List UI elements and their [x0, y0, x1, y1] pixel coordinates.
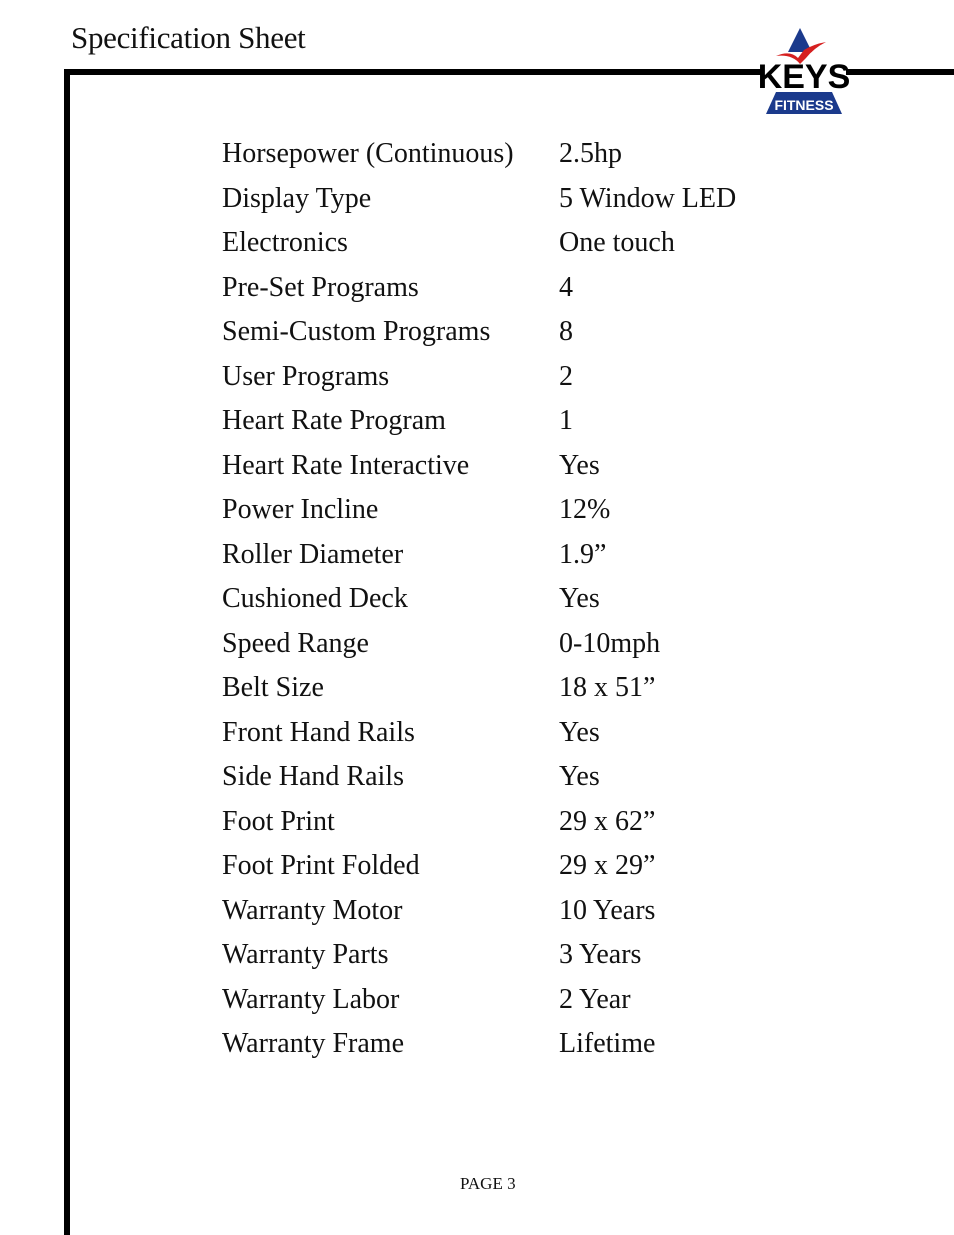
spec-row: Power Incline 12% [222, 488, 736, 533]
spec-table: Horsepower (Continuous) 2.5hp Display Type… [222, 132, 736, 1067]
spec-value: 29 x 29” [559, 850, 656, 882]
spec-row: Speed Range 0-10mph [222, 622, 736, 667]
spec-label: Heart Rate Interactive [222, 449, 470, 481]
spec-value: Yes [559, 716, 600, 748]
spec-label: Electronics [222, 227, 348, 259]
spec-value: One touch [559, 227, 675, 259]
spec-label: Pre-Set Programs [222, 271, 419, 303]
spec-row: Semi-Custom Programs 8 [222, 310, 736, 355]
spec-label: Side Hand Rails [222, 761, 404, 793]
spec-label: Heart Rate Program [222, 405, 446, 437]
spec-row: Heart Rate Program 1 [222, 399, 736, 444]
spec-value: 18 x 51” [559, 672, 656, 704]
spec-label: Roller Diameter [222, 538, 404, 570]
spec-value: 1 [559, 405, 573, 437]
spec-row: Pre-Set Programs 4 [222, 266, 736, 311]
spec-row: Belt Size 18 x 51” [222, 666, 736, 711]
top-rule [64, 69, 764, 75]
spec-label: Horsepower (Continuous) [222, 138, 514, 170]
spec-value: Yes [559, 449, 600, 481]
keys-fitness-logo-icon: KEYS FITNESS [758, 28, 851, 114]
spec-row: Foot Print 29 x 62” [222, 800, 736, 845]
spec-value: 3 Years [559, 939, 642, 971]
spec-label: Power Incline [222, 494, 379, 526]
spec-value: 2 Year [559, 983, 631, 1015]
spec-label: Belt Size [222, 672, 324, 704]
spec-label: Warranty Parts [222, 939, 389, 971]
page-number: PAGE 3 [460, 1174, 516, 1193]
spec-row: Heart Rate Interactive Yes [222, 444, 736, 489]
spec-row: Warranty Motor 10 Years [222, 889, 736, 934]
spec-row: Roller Diameter 1.9” [222, 533, 736, 578]
spec-value: Yes [559, 761, 600, 793]
page-title: Specification Sheet [71, 20, 306, 55]
spec-label: Semi-Custom Programs [222, 316, 491, 348]
spec-row: Warranty Frame Lifetime [222, 1022, 736, 1067]
spec-value: Yes [559, 583, 600, 615]
spec-label: User Programs [222, 360, 390, 392]
spec-label: Warranty Frame [222, 1028, 404, 1060]
spec-value: Lifetime [559, 1028, 656, 1060]
spec-label: Foot Print [222, 805, 335, 837]
spec-row: Foot Print Folded 29 x 29” [222, 844, 736, 889]
spec-label: Cushioned Deck [222, 583, 408, 615]
spec-row: Display Type 5 Window LED [222, 177, 736, 222]
spec-row: Cushioned Deck Yes [222, 577, 736, 622]
spec-value: 4 [559, 271, 573, 303]
spec-row: Warranty Labor 2 Year [222, 978, 736, 1023]
spec-value: 2 [559, 360, 573, 392]
spec-value: 0-10mph [559, 627, 661, 659]
spec-row: Electronics One touch [222, 221, 736, 266]
left-rule [64, 69, 70, 1235]
spec-label: Warranty Labor [222, 983, 400, 1015]
spec-row: User Programs 2 [222, 355, 736, 400]
spec-value: 12% [559, 494, 611, 526]
spec-value: 29 x 62” [559, 805, 656, 837]
logo-brand: KEYS [758, 58, 851, 96]
spec-row: Horsepower (Continuous) 2.5hp [222, 132, 736, 177]
spec-value: 2.5hp [559, 138, 622, 170]
spec-value: 10 Years [559, 894, 656, 926]
spec-row: Side Hand Rails Yes [222, 755, 736, 800]
spec-row: Warranty Parts 3 Years [222, 933, 736, 978]
spec-value: 5 Window LED [559, 182, 737, 214]
spec-row: Front Hand Rails Yes [222, 711, 736, 756]
spec-label: Warranty Motor [222, 894, 403, 926]
spec-value: 8 [559, 316, 573, 348]
spec-label: Foot Print Folded [222, 850, 420, 882]
top-rule-right [846, 69, 954, 75]
spec-label: Front Hand Rails [222, 716, 415, 748]
spec-value: 1.9” [559, 538, 607, 570]
logo-subtitle: FITNESS [774, 97, 833, 113]
spec-label: Speed Range [222, 627, 369, 659]
keys-fitness-logo: KEYS FITNESS [756, 26, 852, 114]
spec-label: Display Type [222, 182, 372, 214]
